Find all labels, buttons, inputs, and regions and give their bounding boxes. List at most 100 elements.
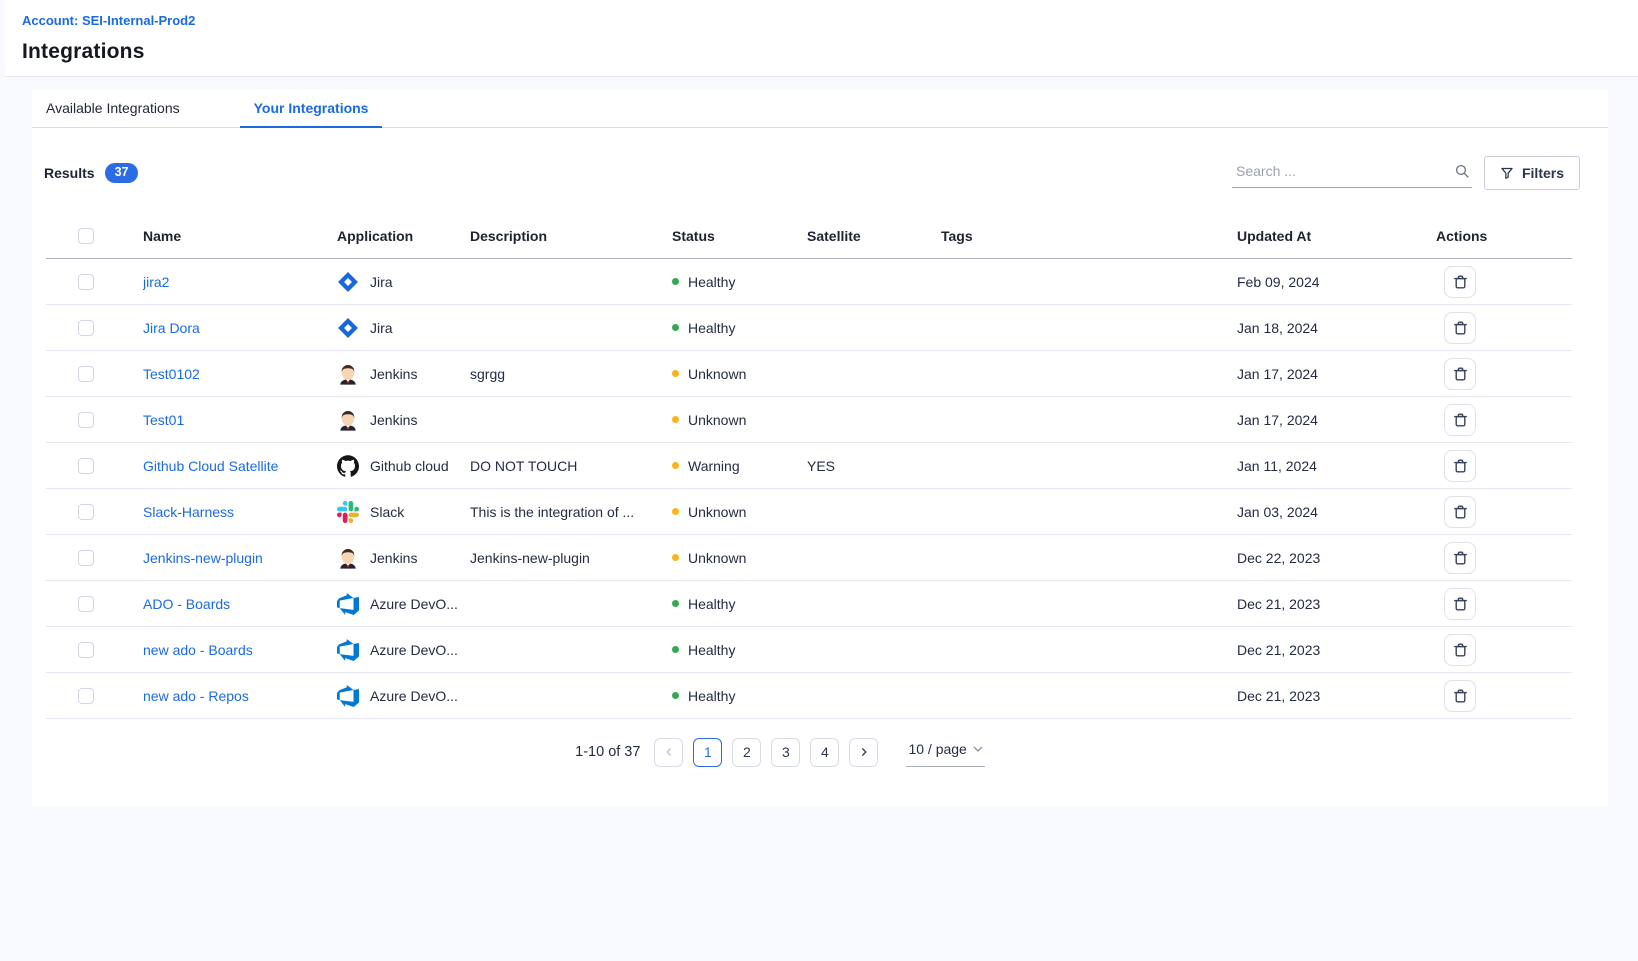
- trash-icon: [1453, 458, 1468, 474]
- description-text: sgrgg: [470, 366, 672, 382]
- integration-name-link[interactable]: Test01: [143, 412, 184, 428]
- status-dot: [672, 692, 679, 699]
- row-checkbox[interactable]: [78, 458, 94, 474]
- row-checkbox[interactable]: [78, 366, 94, 382]
- pagination-page-3[interactable]: 3: [771, 738, 800, 767]
- status-dot: [672, 416, 679, 423]
- status-label: Healthy: [688, 320, 735, 336]
- row-checkbox[interactable]: [78, 596, 94, 612]
- column-header-actions: Actions: [1436, 228, 1572, 244]
- page-header: Account: SEI-Internal-Prod2 Integrations: [5, 0, 1638, 77]
- pagination-next-button[interactable]: [849, 738, 878, 767]
- pagination-range-label: 1-10 of 37: [575, 744, 640, 760]
- select-all-checkbox[interactable]: [78, 228, 94, 244]
- jira-icon: [337, 317, 359, 339]
- integration-name-link[interactable]: jira2: [143, 274, 169, 290]
- row-checkbox[interactable]: [78, 550, 94, 566]
- row-checkbox[interactable]: [78, 412, 94, 428]
- filters-button[interactable]: Filters: [1484, 156, 1580, 190]
- pagination-page-4[interactable]: 4: [810, 738, 839, 767]
- tab-bar: Available Integrations Your Integrations: [32, 90, 1608, 128]
- search-box: [1232, 158, 1472, 188]
- status-dot: [672, 370, 679, 377]
- status-label: Healthy: [688, 642, 735, 658]
- page-size-select[interactable]: 10 / page: [906, 737, 984, 767]
- row-checkbox[interactable]: [78, 274, 94, 290]
- delete-button[interactable]: [1444, 588, 1476, 620]
- satellite-value: YES: [807, 458, 941, 474]
- status-label: Healthy: [688, 688, 735, 704]
- delete-button[interactable]: [1444, 404, 1476, 436]
- jenkins-icon: [337, 409, 359, 431]
- trash-icon: [1453, 274, 1468, 290]
- integrations-table: NameApplicationDescriptionStatusSatellit…: [46, 214, 1572, 719]
- delete-button[interactable]: [1444, 496, 1476, 528]
- column-header-status: Status: [672, 228, 807, 244]
- updated-at: Jan 03, 2024: [1237, 504, 1436, 520]
- integration-name-link[interactable]: Jenkins-new-plugin: [143, 550, 263, 566]
- row-checkbox[interactable]: [78, 320, 94, 336]
- table-row: Slack-Harness Slack This is the integrat…: [46, 489, 1572, 535]
- search-icon: [1454, 163, 1470, 179]
- integration-name-link[interactable]: Jira Dora: [143, 320, 200, 336]
- row-checkbox[interactable]: [78, 504, 94, 520]
- integration-name-link[interactable]: new ado - Boards: [143, 642, 253, 658]
- delete-button[interactable]: [1444, 312, 1476, 344]
- table-row: Test0102 Jenkins sgrgg Unknown Jan 17, 2…: [46, 351, 1572, 397]
- application-label: Azure DevO...: [370, 688, 458, 704]
- integration-name-link[interactable]: new ado - Repos: [143, 688, 249, 704]
- status-dot: [672, 508, 679, 515]
- pagination-page-2[interactable]: 2: [732, 738, 761, 767]
- jira-icon: [337, 271, 359, 293]
- updated-at: Jan 18, 2024: [1237, 320, 1436, 336]
- results-label: Results: [44, 165, 95, 181]
- application-label: Slack: [370, 504, 404, 520]
- row-checkbox[interactable]: [78, 688, 94, 704]
- pagination-page-1[interactable]: 1: [693, 738, 722, 767]
- delete-button[interactable]: [1444, 450, 1476, 482]
- status-label: Unknown: [688, 412, 746, 428]
- tab-available-integrations[interactable]: Available Integrations: [32, 90, 194, 128]
- status-dot: [672, 278, 679, 285]
- tab-your-integrations[interactable]: Your Integrations: [240, 90, 383, 128]
- azure-devops-icon: [337, 639, 359, 661]
- delete-button[interactable]: [1444, 680, 1476, 712]
- account-breadcrumb-link[interactable]: Account: SEI-Internal-Prod2: [22, 13, 195, 28]
- column-header-satellite: Satellite: [807, 228, 941, 244]
- description-text: DO NOT TOUCH: [470, 458, 672, 474]
- page-title: Integrations: [22, 40, 1638, 64]
- delete-button[interactable]: [1444, 358, 1476, 390]
- column-header-updated-at: Updated At: [1237, 228, 1436, 244]
- status-label: Healthy: [688, 596, 735, 612]
- column-header-description: Description: [470, 228, 672, 244]
- chevron-down-icon: [973, 746, 983, 752]
- row-checkbox[interactable]: [78, 642, 94, 658]
- toolbar: Results 37 Filters: [32, 128, 1608, 210]
- azure-devops-icon: [337, 593, 359, 615]
- page-size-label: 10 / page: [908, 741, 966, 757]
- application-label: Jenkins: [370, 412, 417, 428]
- integration-name-link[interactable]: Github Cloud Satellite: [143, 458, 278, 474]
- application-label: Azure DevO...: [370, 596, 458, 612]
- updated-at: Dec 21, 2023: [1237, 642, 1436, 658]
- table-row: Test01 Jenkins Unknown Jan 17, 2024: [46, 397, 1572, 443]
- chevron-right-icon: [859, 747, 869, 757]
- table-row: new ado - Repos Azure DevO... Healthy De…: [46, 673, 1572, 719]
- integration-name-link[interactable]: Slack-Harness: [143, 504, 234, 520]
- pagination-prev-button[interactable]: [654, 738, 683, 767]
- table-row: Jenkins-new-plugin Jenkins Jenkins-new-p…: [46, 535, 1572, 581]
- trash-icon: [1453, 642, 1468, 658]
- application-label: Github cloud: [370, 458, 449, 474]
- updated-at: Dec 21, 2023: [1237, 688, 1436, 704]
- integration-name-link[interactable]: ADO - Boards: [143, 596, 230, 612]
- trash-icon: [1453, 320, 1468, 336]
- integration-name-link[interactable]: Test0102: [143, 366, 200, 382]
- delete-button[interactable]: [1444, 542, 1476, 574]
- trash-icon: [1453, 550, 1468, 566]
- jenkins-icon: [337, 547, 359, 569]
- search-input[interactable]: [1234, 162, 1448, 180]
- trash-icon: [1453, 688, 1468, 704]
- delete-button[interactable]: [1444, 634, 1476, 666]
- integrations-panel: Available IntegrationsYour Integrations …: [32, 90, 1608, 806]
- delete-button[interactable]: [1444, 266, 1476, 298]
